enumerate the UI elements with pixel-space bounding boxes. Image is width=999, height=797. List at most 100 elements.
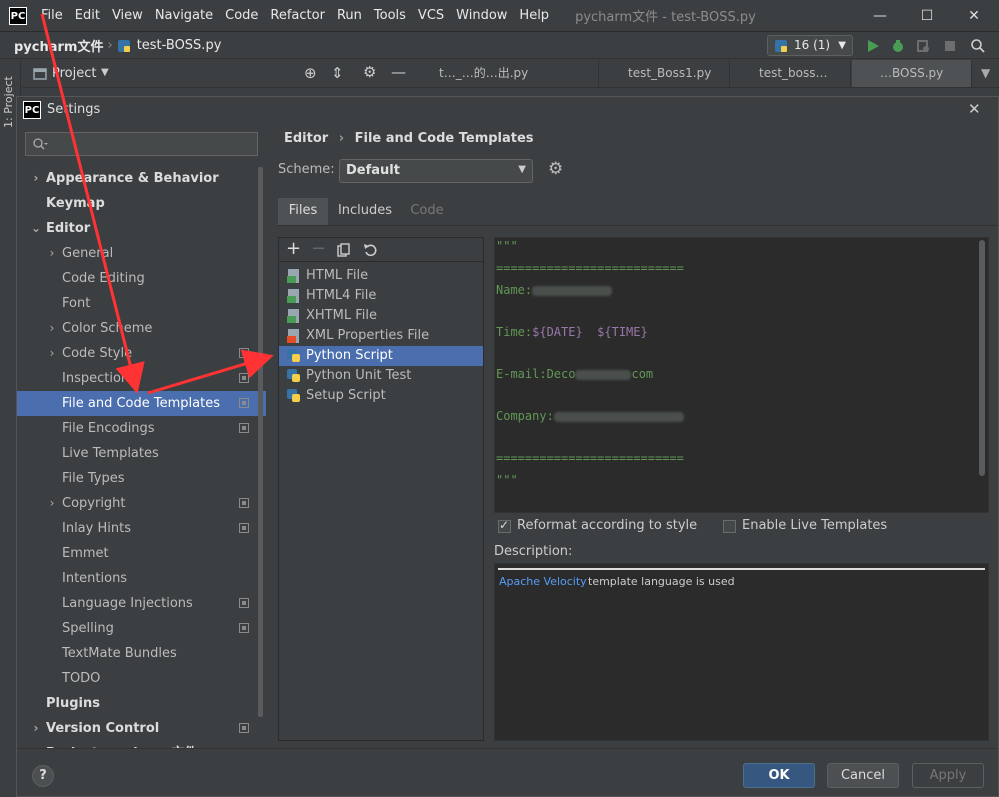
gear-icon[interactable]: ⚙ [548, 159, 563, 179]
menu-edit[interactable]: Edit [69, 8, 106, 23]
sidebar-item-code-editing[interactable]: Code Editing [17, 266, 266, 291]
sidebar-item-color-scheme[interactable]: › Color Scheme [17, 316, 266, 341]
sidebar-item-label: File Types [62, 471, 125, 486]
template-item[interactable]: HTML4 File [279, 286, 483, 306]
search-everywhere-icon[interactable] [970, 38, 986, 54]
sidebar-scrollbar[interactable] [258, 167, 263, 717]
reformat-label[interactable]: Reformat according to style [517, 518, 697, 533]
chevron-right-icon[interactable]: › [46, 341, 58, 366]
sidebar-item-code-style[interactable]: › Code Style [17, 341, 266, 366]
scheme-select[interactable]: Default ▼ [339, 159, 533, 183]
sidebar-item-spelling[interactable]: Spelling [17, 616, 266, 641]
sidebar-item-language-injections[interactable]: Language Injections [17, 591, 266, 616]
gear-icon[interactable]: ⚙ [363, 63, 376, 81]
sidebar-item-font[interactable]: Font [17, 291, 266, 316]
sidebar-item-plugins[interactable]: Plugins [17, 691, 266, 716]
sidebar-item-keymap[interactable]: Keymap [17, 191, 266, 216]
tab-code[interactable]: Code [402, 198, 452, 225]
chevron-right-icon[interactable]: › [30, 166, 42, 191]
breadcrumb-file[interactable]: test-BOSS.py [137, 38, 222, 53]
close-dialog-icon[interactable]: ✕ [968, 100, 981, 118]
sidebar-item-version-control[interactable]: › Version Control [17, 716, 266, 741]
sidebar-item-live-templates[interactable]: Live Templates [17, 441, 266, 466]
sidebar-item-inspections[interactable]: Inspections [17, 366, 266, 391]
live-templates-checkbox[interactable] [723, 520, 736, 533]
copy-icon[interactable] [337, 243, 351, 257]
apache-velocity-link[interactable]: Apache Velocity [499, 575, 587, 588]
minimize-icon[interactable]: — [870, 6, 890, 26]
stop-icon[interactable] [943, 39, 957, 53]
template-item[interactable]: Setup Script [279, 386, 483, 406]
debug-icon[interactable] [891, 39, 905, 53]
chevron-down-icon[interactable]: ▼ [101, 67, 109, 78]
sidebar-item-copyright[interactable]: › Copyright [17, 491, 266, 516]
editor-tab[interactable]: test_Boss1.py [600, 60, 730, 87]
menu-file[interactable]: File [35, 8, 69, 23]
editor-tab[interactable]: test_boss… [731, 60, 851, 87]
python-icon [287, 369, 300, 382]
maximize-icon[interactable]: ☐ [917, 6, 937, 26]
help-icon[interactable]: ? [32, 765, 54, 787]
breadcrumb-project[interactable]: pycharm文件 [14, 36, 103, 55]
apply-button[interactable]: Apply [912, 763, 984, 788]
template-item[interactable]: XHTML File [279, 306, 483, 326]
sidebar-item-inlay-hints[interactable]: Inlay Hints [17, 516, 266, 541]
breadcrumb-parent[interactable]: Editor [284, 131, 328, 146]
tab-includes[interactable]: Includes [334, 198, 396, 225]
sidebar-item-file-encodings[interactable]: File Encodings [17, 416, 266, 441]
sidebar-item-general[interactable]: › General [17, 241, 266, 266]
add-icon[interactable]: + [286, 238, 301, 259]
template-item[interactable]: XML Properties File [279, 326, 483, 346]
template-item[interactable]: Python Unit Test [279, 366, 483, 386]
menu-navigate[interactable]: Navigate [149, 8, 219, 23]
coverage-icon[interactable] [916, 39, 930, 53]
template-item[interactable]: Python Script [279, 346, 483, 366]
chevron-right-icon[interactable]: › [46, 241, 58, 266]
run-icon[interactable] [866, 39, 880, 53]
template-item[interactable]: HTML File [279, 266, 483, 286]
locate-icon[interactable]: ⊕ [304, 64, 317, 82]
sidebar-item-textmate-bundles[interactable]: TextMate Bundles [17, 641, 266, 666]
chevron-down-icon[interactable]: ⌄ [30, 216, 42, 241]
template-editor[interactable]: """ ========================== Name: Tim… [494, 237, 989, 513]
chevron-right-icon[interactable]: › [46, 491, 58, 516]
live-templates-label[interactable]: Enable Live Templates [742, 518, 887, 533]
template-line-email: E-mail:Deco com [496, 367, 653, 381]
editor-tab-active[interactable]: …BOSS.py [852, 60, 972, 87]
sidebar-item-todo[interactable]: TODO [17, 666, 266, 691]
sidebar-item-editor[interactable]: ⌄ Editor [17, 216, 266, 241]
sidebar-item-file-types[interactable]: File Types [17, 466, 266, 491]
menu-code[interactable]: Code [219, 8, 264, 23]
ok-button[interactable]: OK [743, 763, 815, 788]
close-window-icon[interactable]: ✕ [964, 6, 984, 26]
tab-files[interactable]: Files [278, 198, 328, 225]
run-configuration-select[interactable]: 16 (1) ▼ [767, 35, 853, 56]
remove-icon[interactable]: − [311, 238, 326, 259]
editor-scrollbar[interactable] [979, 240, 985, 476]
menu-run[interactable]: Run [331, 8, 368, 23]
menu-window[interactable]: Window [450, 8, 513, 23]
sidebar-item-intentions[interactable]: Intentions [17, 566, 266, 591]
html4-icon [287, 289, 299, 303]
settings-search-input[interactable] [25, 132, 258, 156]
sidebar-item-appearance-behavior[interactable]: › Appearance & Behavior [17, 166, 266, 191]
menu-tools[interactable]: Tools [368, 8, 412, 23]
collapse-all-icon[interactable]: ⇕ [331, 64, 344, 82]
menu-refactor[interactable]: Refactor [264, 8, 331, 23]
tabs-overflow-icon[interactable]: ▼ [981, 66, 990, 80]
reset-icon[interactable] [363, 243, 377, 257]
chevron-right-icon[interactable]: › [46, 316, 58, 341]
menu-help[interactable]: Help [513, 8, 555, 23]
editor-tab[interactable]: t…_…的…出.py [411, 60, 599, 87]
menu-view[interactable]: View [106, 8, 149, 23]
template-line-quote-open: """ [496, 239, 518, 253]
reformat-checkbox[interactable] [498, 518, 511, 533]
cancel-button[interactable]: Cancel [827, 763, 899, 788]
project-tool-title[interactable]: Project [52, 66, 96, 81]
chevron-right-icon[interactable]: › [30, 716, 42, 741]
menu-vcs[interactable]: VCS [412, 8, 450, 23]
sidebar-item-file-and-code-templates[interactable]: File and Code Templates [17, 391, 266, 416]
sidebar-item-emmet[interactable]: Emmet [17, 541, 266, 566]
time-label: Time: [496, 325, 533, 339]
hide-icon[interactable]: — [391, 63, 406, 81]
